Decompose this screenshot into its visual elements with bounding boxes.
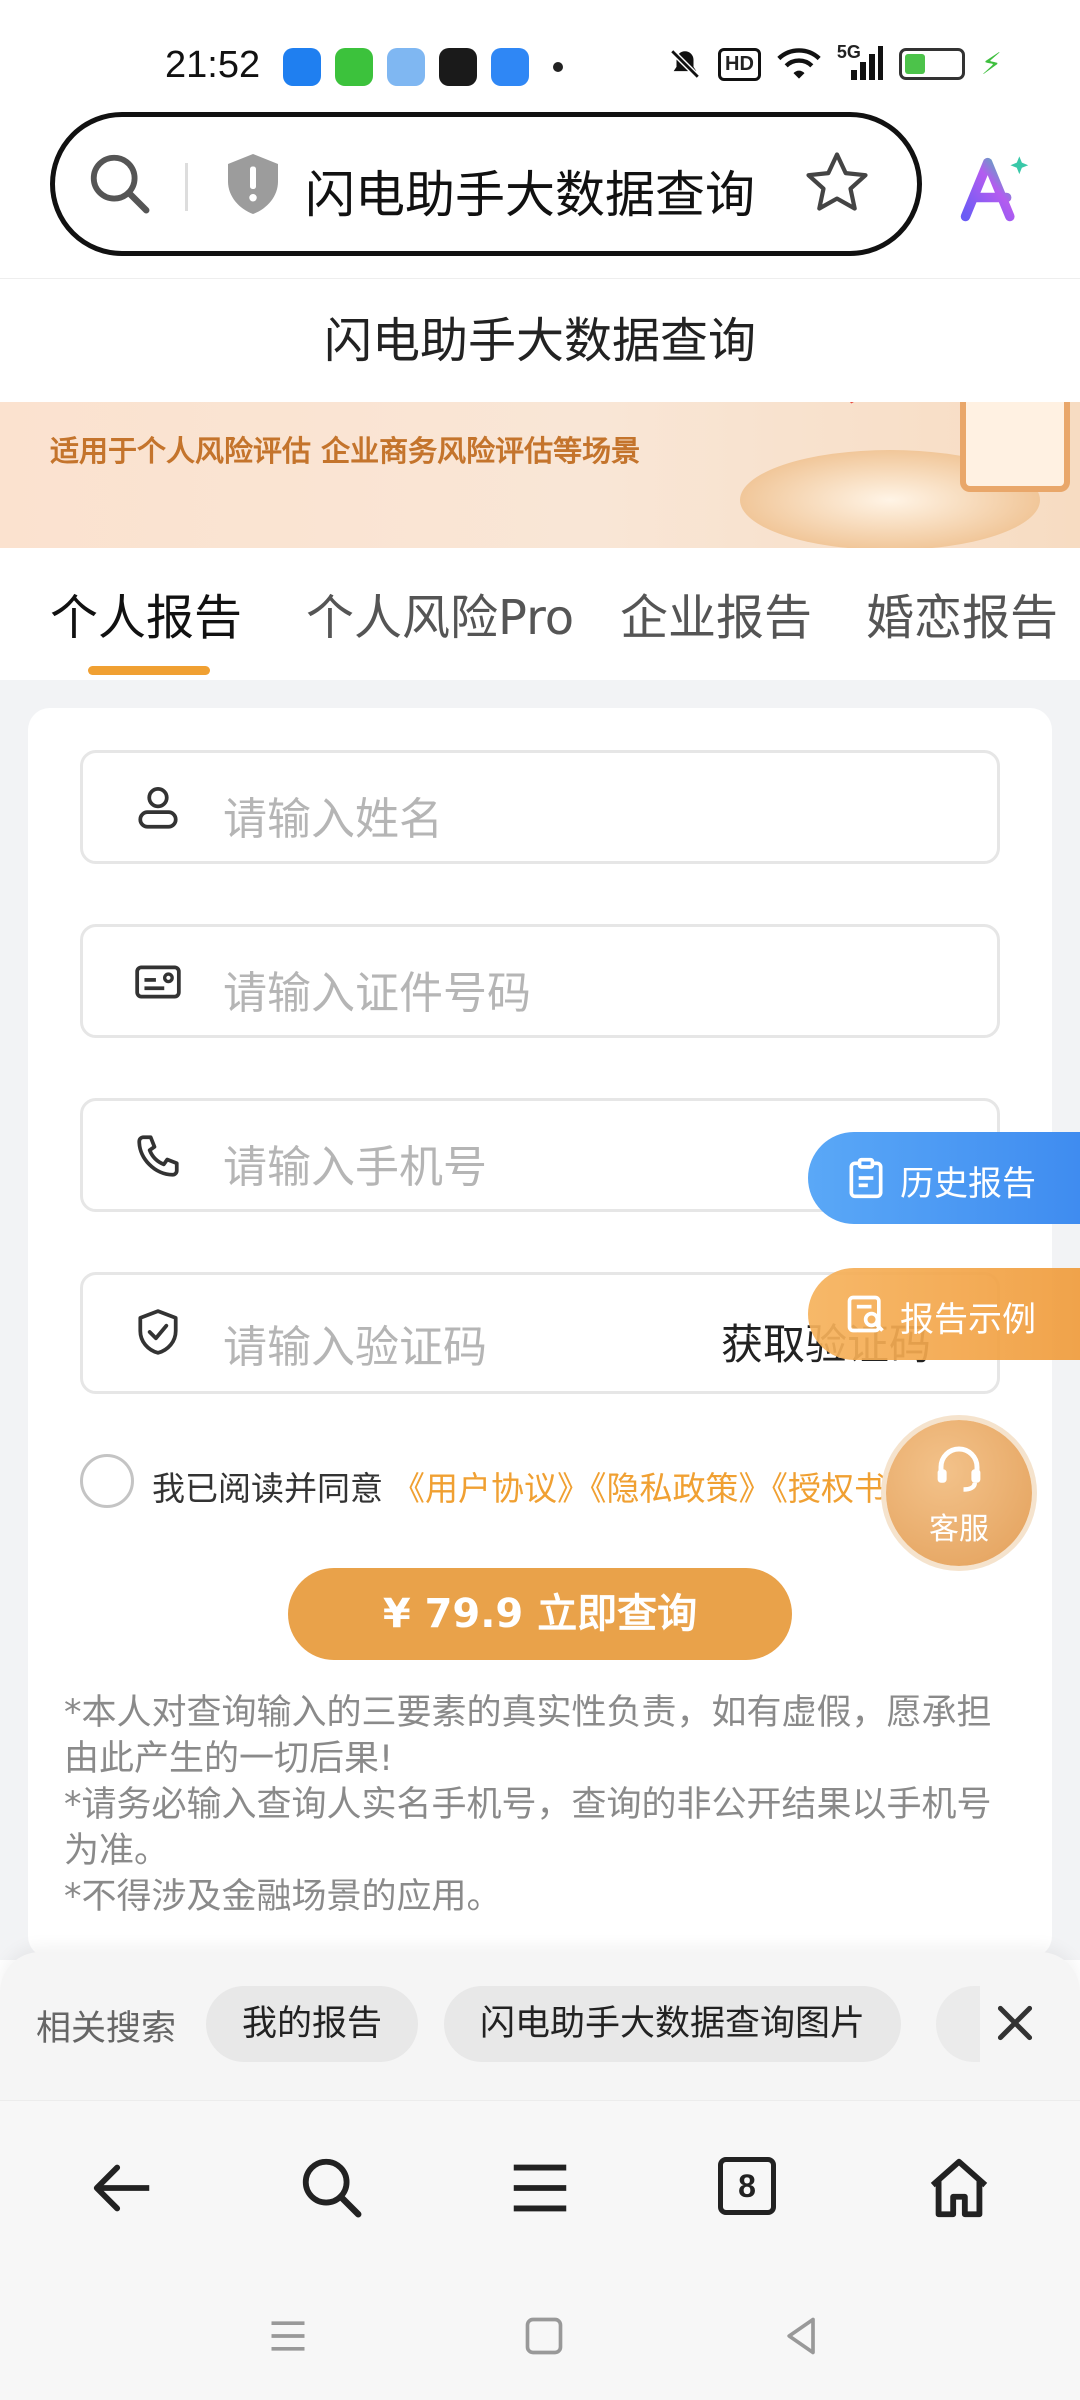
report-sample-label: 报告示例 — [900, 1300, 1036, 1340]
related-search-bar: 相关搜索 我的报告 闪电助手大数据查询图片 — [0, 1952, 1080, 2100]
address-bar-text[interactable]: 闪电助手大数据查询 — [305, 155, 755, 227]
search-icon[interactable] — [85, 149, 155, 219]
agreement-text: 我已阅读并同意 — [152, 1469, 383, 1508]
customer-service-label: 客服 — [929, 1512, 989, 1547]
disclaimer-line: *不得涉及金融场景的应用。 — [64, 1877, 502, 1917]
bookmark-star-icon[interactable] — [801, 147, 873, 219]
browser-bottom-nav: 8 — [0, 2100, 1080, 2270]
phone-input[interactable]: 请输入手机号 — [223, 1131, 487, 1195]
home-icon[interactable] — [924, 2153, 994, 2223]
search-document-icon — [847, 1295, 884, 1333]
active-tab-indicator — [88, 666, 210, 675]
browser-icon — [491, 48, 529, 86]
home-square-icon[interactable] — [522, 2314, 566, 2358]
music-icon — [439, 48, 477, 86]
tab-personal-report[interactable]: 个人报告 — [50, 578, 242, 648]
back-arrow-icon[interactable] — [88, 2153, 158, 2223]
alipay-icon — [283, 48, 321, 86]
promo-banner: 适用于个人风险评估 企业商务风险评估等场景 — [0, 402, 1080, 548]
agreement-radio[interactable] — [80, 1454, 134, 1508]
wifi-icon — [777, 48, 821, 79]
disclaimer-line: *请务必输入查询人实名手机号，查询的非公开结果以手机号为准。 — [64, 1785, 992, 1871]
customer-service-button[interactable]: 客服 — [886, 1420, 1032, 1566]
banner-text: 适用于个人风险评估 企业商务风险评估等场景 — [50, 434, 641, 468]
mute-icon — [670, 49, 700, 79]
recent-apps-icon[interactable] — [266, 2314, 310, 2358]
submit-query-button[interactable]: ¥ 79.9 立即查询 — [288, 1568, 792, 1660]
battery-icon — [898, 48, 965, 80]
status-bar: 21:52 HD 5G ⚡ — [0, 0, 1080, 110]
history-report-label: 历史报告 — [900, 1164, 1036, 1204]
report-sample-button[interactable]: 报告示例 — [808, 1268, 1080, 1360]
phone-icon — [137, 1135, 179, 1177]
search-icon[interactable] — [297, 2153, 367, 2223]
status-time: 21:52 — [165, 44, 261, 86]
related-search-chip[interactable]: 我的报告 — [206, 1986, 419, 2062]
status-indicators: HD 5G ⚡ — [668, 42, 1002, 82]
iqiyi-icon — [335, 48, 373, 86]
headset-icon — [937, 1446, 981, 1492]
related-search-label: 相关搜索 — [36, 2009, 177, 2049]
id-number-field[interactable]: 请输入证件号码 — [80, 924, 1000, 1038]
related-search-chip-overflow[interactable] — [936, 1986, 980, 2062]
charging-icon: ⚡ — [980, 46, 1002, 82]
menu-icon[interactable] — [505, 2153, 575, 2223]
name-field[interactable]: 请输入姓名 — [80, 750, 1000, 864]
verification-code-input[interactable]: 请输入验证码 — [223, 1311, 487, 1375]
back-triangle-icon[interactable] — [780, 2314, 824, 2358]
id-number-input[interactable]: 请输入证件号码 — [223, 957, 531, 1021]
history-report-button[interactable]: 历史报告 — [808, 1132, 1080, 1224]
report-tabs: 个人报告 个人风险Pro 企业报告 婚恋报告 — [0, 548, 1080, 680]
name-input[interactable]: 请输入姓名 — [223, 783, 443, 847]
tab-enterprise-report[interactable]: 企业报告 — [620, 578, 812, 648]
address-bar-divider — [185, 163, 188, 211]
user-icon — [138, 786, 178, 829]
shield-check-icon — [138, 1309, 178, 1355]
ai-assistant-icon[interactable] — [956, 150, 1032, 226]
disclaimer-notes: *本人对查询输入的三要素的真实性负责，如有虚假，愿承担由此产生的一切后果! *请… — [64, 1690, 1004, 1920]
tab-marriage-report[interactable]: 婚恋报告 — [866, 578, 1058, 648]
id-card-icon — [135, 965, 181, 999]
shield-icon[interactable] — [223, 151, 283, 217]
agreement-links[interactable]: 《用户协议》《隐私政策》《授权书》 — [392, 1462, 920, 1510]
weather-icon — [387, 48, 425, 86]
page-title: 闪电助手大数据查询 — [0, 278, 1080, 402]
hd-icon: HD — [718, 47, 761, 81]
close-icon[interactable] — [990, 1998, 1040, 2048]
system-navigation-bar — [0, 2270, 1080, 2400]
address-bar[interactable]: 闪电助手大数据查询 — [50, 112, 922, 256]
related-search-chip[interactable]: 闪电助手大数据查询图片 — [444, 1986, 902, 2062]
banner-box-decoration — [960, 402, 1070, 492]
disclaimer-line: *本人对查询输入的三要素的真实性负责，如有虚假，愿承担由此产生的一切后果! — [64, 1693, 992, 1779]
tabs-count-button[interactable]: 8 — [718, 2157, 776, 2215]
more-notifications-dot — [553, 62, 563, 72]
signal-icon: 5G — [837, 42, 883, 82]
status-app-icons — [283, 48, 563, 86]
clipboard-icon — [849, 1157, 883, 1199]
tab-personal-risk-pro[interactable]: 个人风险Pro — [306, 578, 574, 648]
